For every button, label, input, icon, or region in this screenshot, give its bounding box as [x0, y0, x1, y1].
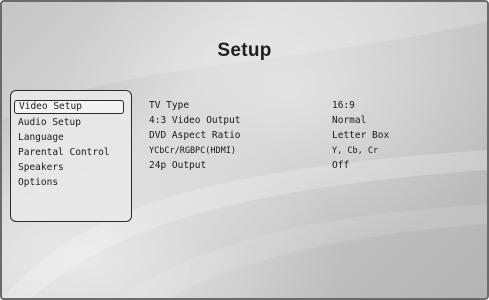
page-title: Setup — [217, 40, 272, 61]
setting-label-tv-type[interactable]: TV Type — [149, 99, 189, 113]
setting-label-43-video-output[interactable]: 4:3 Video Output — [149, 114, 241, 128]
setting-label-ycbcr-rgbpc[interactable]: YCbCr/RGBPC(HDMI) — [149, 144, 236, 158]
setting-value-tv-type[interactable]: 16:9 — [332, 99, 355, 113]
menu-item-language[interactable]: Language — [18, 131, 64, 145]
menu-item-parental-control[interactable]: Parental Control — [18, 146, 110, 160]
setting-value-43-video-output[interactable]: Normal — [332, 114, 366, 128]
tv-screen: Setup Video Setup Audio Setup Language P… — [0, 0, 489, 300]
menu-item-audio-setup[interactable]: Audio Setup — [18, 116, 81, 130]
menu-item-video-setup[interactable]: Video Setup — [14, 100, 124, 114]
setting-value-24p-output[interactable]: Off — [332, 159, 349, 173]
menu-item-options[interactable]: Options — [18, 176, 58, 190]
menu-item-speakers[interactable]: Speakers — [18, 161, 64, 175]
setting-label-dvd-aspect-ratio[interactable]: DVD Aspect Ratio — [149, 129, 241, 143]
setting-value-dvd-aspect-ratio[interactable]: Letter Box — [332, 129, 389, 143]
setting-label-24p-output[interactable]: 24p Output — [149, 159, 206, 173]
setup-menu-panel: Video Setup Audio Setup Language Parenta… — [10, 90, 132, 222]
setting-value-ycbcr-rgbpc[interactable]: Y, Cb, Cr — [332, 144, 378, 158]
